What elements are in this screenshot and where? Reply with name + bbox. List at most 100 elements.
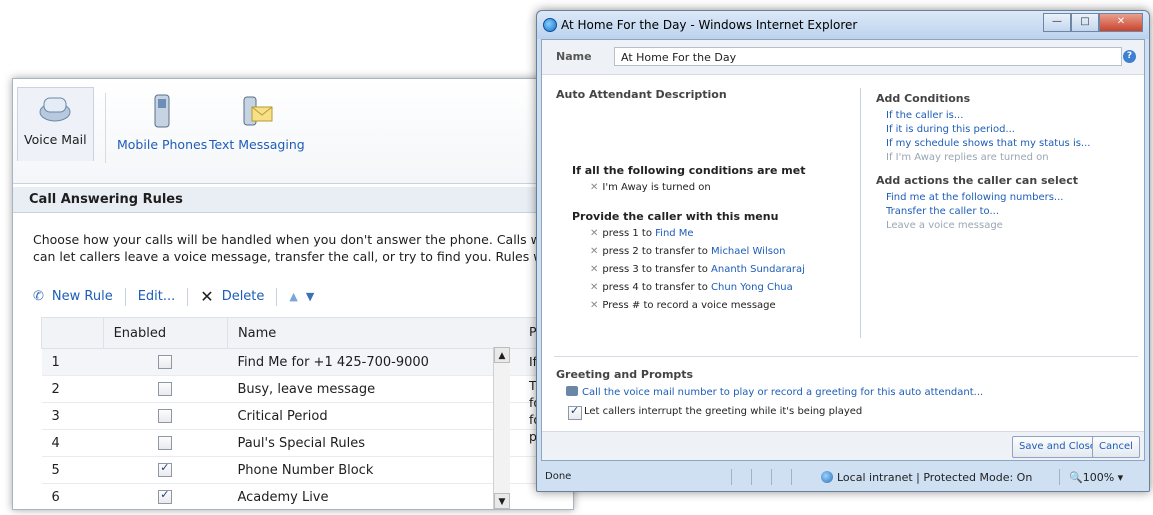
column-header-enabled[interactable]: Enabled xyxy=(102,317,228,349)
add-condition-link[interactable]: If the caller is... xyxy=(886,110,963,121)
menu-item: ✕ press 2 to transfer to Michael Wilson xyxy=(590,246,785,257)
zoom-value: 100% xyxy=(1082,471,1115,484)
window-controls: — □ ✕ xyxy=(1043,13,1143,32)
tab-text-messaging[interactable]: Text Messaging xyxy=(209,93,305,152)
name-bar: Name At Home For the Day ? xyxy=(542,40,1144,75)
status-bar: Done Local intranet | Protected Mode: On… xyxy=(541,467,1143,487)
text-message-icon xyxy=(240,93,274,131)
tab-strip: Voice Mail Mobile Phones Text Messaging xyxy=(13,79,573,184)
interrupt-greeting-label: Let callers interrupt the greeting while… xyxy=(584,406,863,417)
remove-icon[interactable]: ✕ xyxy=(590,264,598,275)
call-answering-rules-window: Voice Mail Mobile Phones Text Messaging … xyxy=(12,78,574,510)
conditions-heading: If all the following conditions are met xyxy=(572,164,806,177)
tab-mobile-phones[interactable]: Mobile Phones xyxy=(117,93,207,152)
rule-name: Find Me for +1 425-700-9000 xyxy=(227,348,573,376)
ie-window: At Home For the Day - Windows Internet E… xyxy=(536,10,1150,492)
security-zone[interactable]: Local intranet | Protected Mode: On xyxy=(837,471,1032,484)
row-number: 2 xyxy=(41,375,104,403)
menu-item: ✕ press 4 to transfer to Chun Yong Chua xyxy=(590,282,793,293)
remove-icon[interactable]: ✕ xyxy=(590,228,598,239)
close-icon[interactable]: ✕ xyxy=(1099,13,1143,32)
enabled-checkbox[interactable] xyxy=(158,409,173,423)
menu-item-link[interactable]: Michael Wilson xyxy=(711,246,785,257)
status-divider xyxy=(771,469,772,485)
delete-icon: ✕ xyxy=(200,287,214,306)
auto-attendant-editor: Name At Home For the Day ? Auto Attendan… xyxy=(541,39,1145,461)
menu-item-link[interactable]: Chun Yong Chua xyxy=(711,282,793,293)
name-label: Name xyxy=(556,50,592,63)
remove-icon[interactable]: ✕ xyxy=(590,182,598,193)
menu-item-text: press 1 to xyxy=(602,228,656,239)
toolbar-divider xyxy=(187,287,189,306)
rule-name: Paul's Special Rules xyxy=(227,429,573,457)
record-greeting-link[interactable]: Call the voice mail number to play or re… xyxy=(582,387,983,398)
zoom-level[interactable]: 🔍100% ▾ xyxy=(1069,471,1123,484)
status-done: Done xyxy=(545,471,572,482)
status-divider xyxy=(1059,469,1060,485)
enabled-checkbox[interactable] xyxy=(158,382,173,396)
status-divider xyxy=(751,469,752,485)
enabled-checkbox[interactable] xyxy=(158,436,173,450)
edit-button[interactable]: Edit... xyxy=(138,289,176,304)
tab-voice-mail[interactable]: Voice Mail xyxy=(17,87,94,161)
intranet-zone-icon xyxy=(821,471,833,483)
menu-item-text: press 3 to transfer to xyxy=(602,264,712,275)
menu-item-link[interactable]: Find Me xyxy=(655,228,693,239)
table-scrollbar[interactable]: ▲ ▼ xyxy=(493,347,510,509)
cancel-button[interactable]: Cancel xyxy=(1092,436,1140,458)
remove-icon[interactable]: ✕ xyxy=(590,282,598,293)
rule-name: Academy Live xyxy=(227,483,573,509)
section-title: Call Answering Rules xyxy=(13,187,573,213)
add-condition-disabled: If I'm Away replies are turned on xyxy=(886,152,1049,163)
column-divider xyxy=(860,88,861,338)
menu-item: ✕ press 1 to Find Me xyxy=(590,228,694,239)
description-line-2: can let callers leave a voice message, t… xyxy=(33,249,566,264)
column-header-number xyxy=(41,317,104,349)
menu-item-text: press 2 to transfer to xyxy=(602,246,712,257)
phone-greeting-icon xyxy=(566,386,578,396)
tab-text-messaging-label: Text Messaging xyxy=(209,137,305,152)
enabled-checkbox[interactable] xyxy=(158,488,173,504)
row-number: 4 xyxy=(41,429,104,457)
tab-mobile-phones-label: Mobile Phones xyxy=(117,137,208,152)
dialog-footer: Save and Close Cancel xyxy=(542,431,1144,460)
enabled-checkbox[interactable] xyxy=(158,355,173,369)
add-action-link[interactable]: Find me at the following numbers... xyxy=(886,192,1063,203)
greeting-heading: Greeting and Prompts xyxy=(556,368,694,381)
add-conditions-heading: Add Conditions xyxy=(876,92,971,105)
move-down-icon[interactable]: ▼ xyxy=(306,290,314,303)
add-action-link[interactable]: Transfer the caller to... xyxy=(886,206,999,217)
title-bar[interactable]: At Home For the Day - Windows Internet E… xyxy=(537,11,1149,39)
tab-divider xyxy=(105,93,106,163)
remove-icon[interactable]: ✕ xyxy=(590,246,598,257)
mobile-phone-icon xyxy=(145,93,179,131)
add-condition-link[interactable]: If it is during this period... xyxy=(886,124,1015,135)
maximize-icon[interactable]: □ xyxy=(1071,13,1099,32)
delete-button[interactable]: Delete xyxy=(222,289,265,304)
table-header-row: Enabled Name xyxy=(41,317,573,349)
column-header-name[interactable]: Name xyxy=(226,317,573,349)
remove-icon[interactable]: ✕ xyxy=(590,300,598,311)
minimize-icon[interactable]: — xyxy=(1043,13,1071,32)
save-and-close-button[interactable]: Save and Close xyxy=(1012,436,1103,458)
voicemail-icon xyxy=(38,88,72,126)
add-action-disabled: Leave a voice message xyxy=(886,220,1003,231)
new-rule-button[interactable]: New Rule xyxy=(52,289,113,304)
scroll-up-icon[interactable]: ▲ xyxy=(494,347,510,363)
condition-item: ✕ I'm Away is turned on xyxy=(590,182,711,193)
name-field[interactable]: At Home For the Day xyxy=(614,47,1122,66)
add-actions-heading: Add actions the caller can select xyxy=(876,174,1079,187)
menu-item-link[interactable]: Ananth Sundararaj xyxy=(711,264,805,275)
menu-heading: Provide the caller with this menu xyxy=(572,210,779,223)
interrupt-greeting-checkbox[interactable] xyxy=(568,404,582,420)
enabled-checkbox[interactable] xyxy=(158,461,173,477)
row-number: 3 xyxy=(41,402,104,430)
status-divider xyxy=(731,469,732,485)
add-condition-link[interactable]: If my schedule shows that my status is..… xyxy=(886,138,1090,149)
scroll-down-icon[interactable]: ▼ xyxy=(494,493,510,509)
toolbar-divider xyxy=(124,287,126,306)
menu-item: ✕ press 3 to transfer to Ananth Sundarara… xyxy=(590,264,805,275)
move-up-icon[interactable]: ▲ xyxy=(289,290,297,303)
help-icon[interactable]: ? xyxy=(1123,50,1136,63)
description-line-1: Choose how your calls will be handled wh… xyxy=(33,232,571,247)
